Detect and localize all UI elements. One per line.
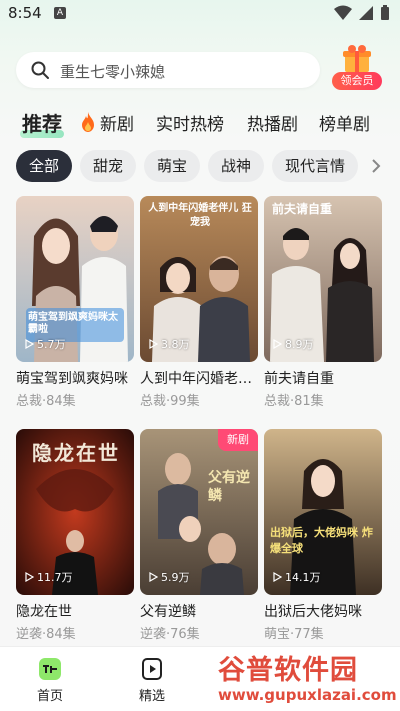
poster-title-text: 父有逆鳞 bbox=[208, 470, 250, 504]
card-title: 人到中年闪婚老伴儿 bbox=[140, 371, 262, 387]
poster-title-text: 萌宝驾到飒爽妈咪太霸啦 bbox=[28, 312, 118, 335]
tab-realtime-hot[interactable]: 实时热榜 bbox=[156, 110, 224, 135]
view-count: 11.7万 bbox=[24, 569, 73, 585]
drama-card[interactable]: 出狱后，大佬妈咪 炸爆全球 14.1万 出狱后大佬妈咪 萌宝·77集 bbox=[264, 429, 382, 642]
tab-popular[interactable]: 热播剧 bbox=[247, 110, 298, 135]
search-bar[interactable]: 重生七零小辣媳 bbox=[16, 52, 320, 88]
chip-cute-baby[interactable]: 萌宝 bbox=[144, 150, 200, 182]
status-time: 8:54 bbox=[8, 4, 42, 22]
drama-card[interactable]: 前夫请自重 8.9万 前夫请自重 总裁·81集 bbox=[264, 196, 382, 409]
nav-home-label: 首页 bbox=[36, 689, 63, 704]
view-count: 14.1万 bbox=[272, 569, 321, 585]
view-count: 8.9万 bbox=[272, 336, 314, 352]
play-icon bbox=[149, 572, 158, 582]
watermark-url: www.gupuxlazai.com bbox=[218, 686, 397, 704]
view-count-text: 8.9万 bbox=[285, 338, 314, 351]
view-count-text: 5.7万 bbox=[37, 338, 66, 351]
vip-label: 领会员 bbox=[332, 72, 382, 90]
status-icons bbox=[334, 5, 390, 21]
play-icon bbox=[25, 339, 34, 349]
status-bar: 8:54 A bbox=[0, 0, 400, 28]
poster-title-text: 前夫请自重 bbox=[272, 202, 333, 216]
chip-sweet[interactable]: 甜宠 bbox=[80, 150, 136, 182]
category-tabs: 推荐 新剧 实时热榜 热播剧 榜单剧 bbox=[0, 108, 400, 138]
card-title: 前夫请自重 bbox=[264, 371, 334, 387]
wifi-icon bbox=[334, 5, 352, 20]
chevron-right-icon[interactable] bbox=[366, 150, 386, 182]
chip-war-god[interactable]: 战神 bbox=[208, 150, 264, 182]
play-card-icon bbox=[142, 658, 162, 680]
view-count-text: 14.1万 bbox=[285, 571, 321, 584]
nav-featured[interactable]: 精选 bbox=[122, 657, 182, 704]
new-badge: 新剧 bbox=[218, 429, 258, 451]
card-meta: 总裁·84集 bbox=[16, 394, 76, 409]
home-logo-icon bbox=[39, 658, 61, 680]
play-icon bbox=[273, 339, 282, 349]
card-meta: 萌宝·77集 bbox=[264, 627, 324, 642]
nav-home[interactable]: 首页 bbox=[20, 657, 80, 704]
card-meta: 逆袭·76集 bbox=[140, 627, 200, 642]
search-placeholder: 重生七零小辣媳 bbox=[60, 63, 166, 81]
signal-icon bbox=[359, 6, 373, 20]
search-icon bbox=[31, 61, 49, 79]
card-title: 出狱后大佬妈咪 bbox=[264, 604, 362, 620]
view-count-text: 11.7万 bbox=[37, 571, 73, 584]
chip-all[interactable]: 全部 bbox=[16, 150, 72, 182]
watermark: 谷普软件园 www.gupuxlazai.com bbox=[218, 648, 397, 710]
drama-card[interactable]: 人到中年闪婚老伴儿 狂宠我 3.8万 人到中年闪婚老伴儿 总裁·99集 bbox=[140, 196, 262, 409]
view-count: 5.7万 bbox=[24, 336, 66, 352]
poster-title-text: 人到中年闪婚老伴儿 狂宠我 bbox=[148, 203, 252, 228]
card-meta: 总裁·81集 bbox=[264, 394, 324, 409]
view-count-text: 5.9万 bbox=[161, 571, 190, 584]
battery-icon bbox=[381, 5, 389, 20]
drama-card[interactable]: 隐龙在世 11.7万 隐龙在世 逆袭·84集 bbox=[16, 429, 134, 642]
card-meta: 逆袭·84集 bbox=[16, 627, 76, 642]
play-icon bbox=[273, 572, 282, 582]
poster-title-text: 隐龙在世 bbox=[32, 441, 120, 465]
gift-icon bbox=[343, 45, 371, 72]
card-title: 父有逆鳞 bbox=[140, 604, 196, 620]
watermark-text: 谷普软件园 bbox=[218, 655, 358, 686]
view-count: 5.9万 bbox=[148, 569, 190, 585]
play-icon bbox=[25, 572, 34, 582]
nav-featured-label: 精选 bbox=[138, 689, 165, 704]
tab-ranking[interactable]: 榜单剧 bbox=[319, 110, 370, 135]
view-count: 3.8万 bbox=[148, 336, 190, 352]
card-meta: 总裁·99集 bbox=[140, 394, 200, 409]
card-title: 隐龙在世 bbox=[16, 604, 72, 620]
tab-new[interactable]: 新剧 bbox=[100, 110, 134, 135]
drama-card[interactable]: 萌宝驾到飒爽妈咪太霸啦 5.7万 萌宝驾到飒爽妈咪 总裁·84集 bbox=[16, 196, 134, 409]
tab-recommend[interactable]: 推荐 bbox=[22, 108, 62, 137]
notification-icon: A bbox=[54, 7, 66, 19]
fire-icon bbox=[82, 112, 94, 132]
play-icon bbox=[149, 339, 158, 349]
drama-card[interactable]: 父有逆鳞 新剧 5.9万 父有逆鳞 逆袭·76集 bbox=[140, 429, 258, 642]
chip-modern-romance[interactable]: 现代言情 bbox=[272, 150, 358, 182]
view-count-text: 3.8万 bbox=[161, 338, 190, 351]
vip-button[interactable]: 领会员 bbox=[332, 44, 382, 92]
card-title: 萌宝驾到飒爽妈咪 bbox=[16, 371, 128, 387]
poster-title-text: 出狱后，大佬妈咪 炸爆全球 bbox=[270, 526, 373, 555]
